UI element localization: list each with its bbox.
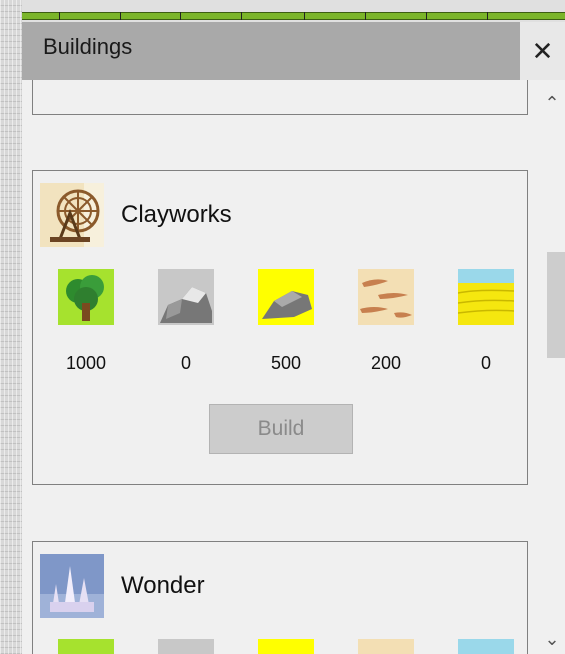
yellow-rock-icon [258, 639, 314, 654]
wonder-castle-icon [40, 554, 104, 618]
clayworks-waterwheel-icon [40, 183, 104, 247]
window-title: Buildings [43, 34, 133, 59]
tree-icon [58, 639, 114, 654]
building-card-clayworks: Clayworks 1000 0 500 200 0 Build [32, 170, 528, 485]
building-name: Clayworks [121, 201, 232, 228]
building-name: Wonder [121, 572, 205, 599]
buildings-window: Buildings ✕ Clayworks 1000 0 500 200 0 B… [22, 22, 565, 654]
cost-gold: 500 [270, 353, 302, 373]
progress-strip [22, 12, 565, 20]
tree-icon [58, 269, 114, 325]
cost-wheat: 0 [480, 353, 491, 373]
yellow-rock-icon [258, 269, 314, 325]
build-button[interactable]: Build [209, 404, 353, 454]
scroll-up-arrow-icon[interactable]: ⌃ [539, 88, 565, 118]
wheat-field-icon [458, 639, 514, 654]
grey-rock-icon [158, 269, 214, 325]
title-bar[interactable]: Buildings ✕ [22, 22, 565, 80]
building-card-previous [32, 80, 528, 115]
building-card-wonder: Wonder [32, 541, 528, 654]
wheat-field-icon [458, 269, 514, 325]
background-texture [0, 0, 22, 654]
cost-clay: 200 [370, 353, 402, 373]
cost-stone: 0 [180, 353, 191, 373]
vertical-scrollbar[interactable]: ⌃ ⌄ [539, 80, 565, 654]
clay-icon [358, 639, 414, 654]
cost-wood: 1000 [65, 353, 107, 373]
grey-rock-icon [158, 639, 214, 654]
clay-icon [358, 269, 414, 325]
close-button[interactable]: ✕ [520, 22, 565, 80]
scroll-thumb[interactable] [547, 252, 565, 358]
top-strip [22, 0, 565, 22]
buildings-list[interactable]: Clayworks 1000 0 500 200 0 Build Wonder [22, 80, 565, 654]
scroll-down-arrow-icon[interactable]: ⌄ [539, 624, 565, 654]
